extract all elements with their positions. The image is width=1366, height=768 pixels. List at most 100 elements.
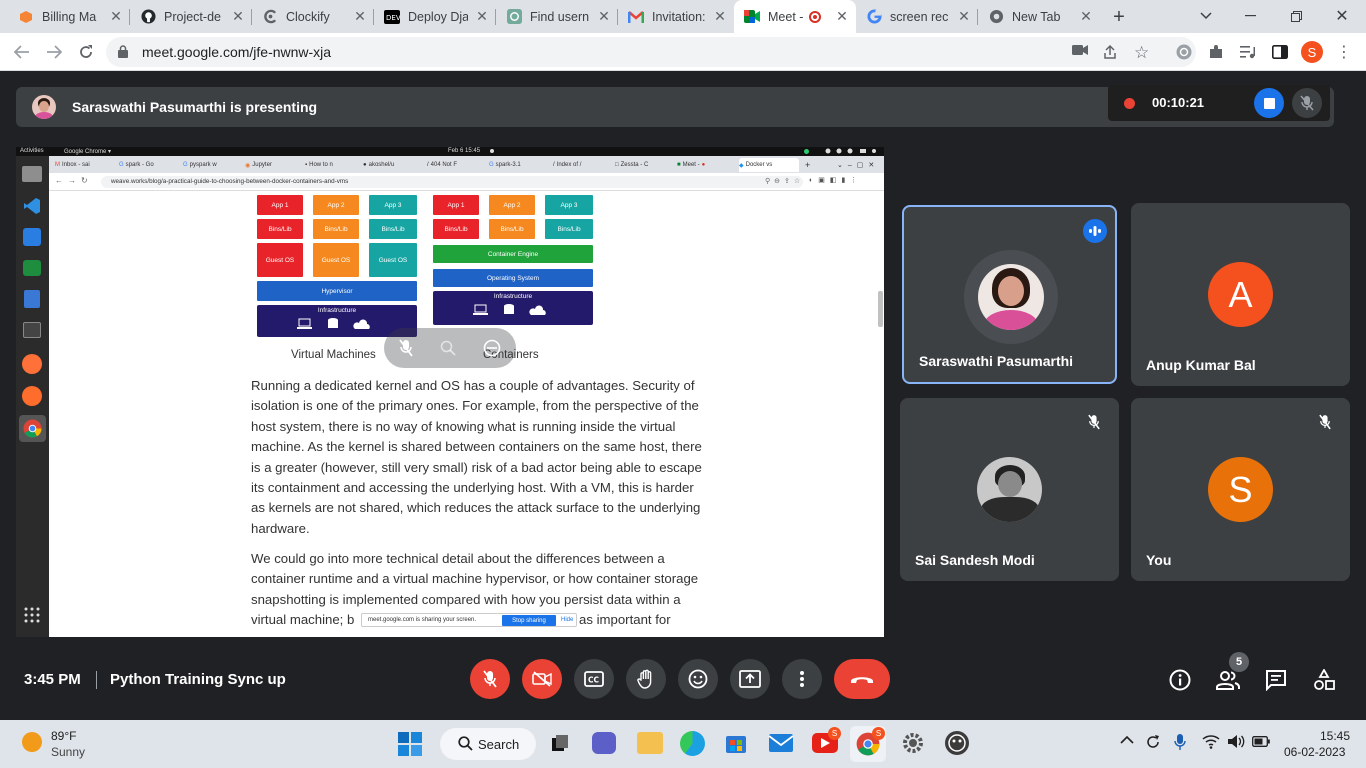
close-icon[interactable]: ✕ [1078,8,1094,25]
sun-weather-icon[interactable] [22,732,42,752]
chat-app-icon[interactable] [23,260,41,276]
show-apps-grid-icon[interactable] [24,607,40,623]
file-explorer-icon[interactable] [637,732,663,754]
meeting-details-button[interactable] [1168,668,1192,692]
inner-nav-icons[interactable]: ←→↻ [55,176,93,185]
reload-icon[interactable] [76,42,96,62]
weather-temperature[interactable]: 89°F [51,729,76,743]
inner-tab[interactable]: ■ Meet - ● [677,158,733,172]
close-icon[interactable]: ✕ [596,8,612,25]
close-icon[interactable]: ✕ [108,8,124,25]
inner-tab[interactable]: Gspark-3.1 [489,158,545,172]
inner-tab[interactable]: □ Zessta - C [615,158,671,172]
close-icon[interactable]: ✕ [230,8,246,25]
recording-mic-off-button[interactable] [1292,88,1322,118]
postman-app-icon[interactable] [22,386,42,406]
bookmark-star-icon[interactable]: ☆ [1134,43,1149,63]
close-icon[interactable]: ✕ [352,8,368,25]
microsoft-store-icon[interactable] [725,732,747,754]
more-options-button[interactable] [782,659,822,699]
volume-icon[interactable] [1227,734,1245,749]
browser-tab-project[interactable]: Project-de ✕ [130,0,252,33]
wifi-icon[interactable] [1202,734,1220,749]
camera-in-use-icon[interactable] [1072,44,1088,56]
stop-sharing-button[interactable]: Stop sharing [502,615,556,626]
browser-tab-billing[interactable]: Billing Ma ✕ [8,0,130,33]
edge-browser-icon[interactable] [680,731,705,756]
inner-window-controls[interactable]: ⌄–▢✕ [837,158,883,172]
settings-gear-icon[interactable] [902,732,924,754]
extensions-puzzle-icon[interactable] [1206,42,1226,62]
taskbar-clock-date[interactable]: 06-02-2023 [1284,745,1345,759]
restore-icon[interactable] [1286,6,1306,26]
inner-tab[interactable]: ◉ Jupyter [245,158,301,172]
media-queue-icon[interactable] [1238,42,1258,62]
inner-tab[interactable]: ● akoshel/u [363,158,421,172]
text-editor-app-icon[interactable] [23,228,41,246]
mic-toggle-button[interactable] [470,659,510,699]
leave-call-button[interactable] [834,659,890,699]
close-icon[interactable]: ✕ [474,8,490,25]
back-arrow-icon[interactable] [12,42,32,62]
page-scrollbar-thumb[interactable] [878,291,883,327]
browser-tab-meet[interactable]: Meet - ✕ [734,0,856,33]
inner-new-tab-icon[interactable]: + [805,158,815,172]
browser-tab-invitation[interactable]: Invitation: ✕ [618,0,734,33]
chrome-menu-kebab-icon[interactable]: ⋮ [1334,42,1354,62]
taskbar-search-box[interactable]: Search [440,728,536,760]
taskbar-clock-time[interactable]: 15:45 [1320,729,1350,743]
inner-tab[interactable]: M Inbox - sai [55,158,111,172]
activities-button[interactable] [1312,668,1336,692]
inner-tab[interactable]: Gpyspark w [183,158,239,172]
windows-start-icon[interactable] [398,732,422,756]
camera-toggle-button[interactable] [522,659,562,699]
files-app-icon[interactable] [22,166,42,182]
browser-tab-screen-rec[interactable]: screen rec ✕ [856,0,978,33]
participant-tile-you[interactable]: S You [1131,398,1350,581]
participant-tile-anup[interactable]: A Anup Kumar Bal [1131,203,1350,386]
captions-button[interactable]: CC [574,659,614,699]
reactions-button[interactable] [678,659,718,699]
close-icon[interactable]: ✕ [956,8,972,25]
weather-description[interactable]: Sunny [51,745,85,759]
grammarly-extension-icon[interactable] [1174,42,1194,62]
browser-tab-clockify[interactable]: Clockify ✕ [252,0,374,33]
browser-tab-find[interactable]: Find usern ✕ [496,0,618,33]
close-icon[interactable]: ✕ [834,8,850,25]
firefox-app-icon[interactable] [22,354,42,374]
inner-tab-active[interactable]: ◆ Docker vs [739,158,799,172]
share-icon[interactable] [1102,44,1118,60]
new-tab-plus-icon[interactable]: + [1108,6,1130,28]
minimize-icon[interactable] [1240,6,1260,26]
browser-tab-deploy[interactable]: DEV Deploy Dja ✕ [374,0,496,33]
close-window-icon[interactable]: ✕ [1332,6,1352,26]
shared-screen[interactable]: Activities Google Chrome ▾ Feb 6 15:45 M… [16,147,884,637]
sync-icon[interactable] [1144,733,1162,751]
inner-extension-icons[interactable]: ◐▣◧▮⋮ [809,176,862,184]
terminal-app-icon[interactable] [23,322,41,338]
address-bar[interactable]: meet.google.com/jfe-nwnw-xja ☆ [106,37,1196,67]
inner-tab[interactable]: / Index of / [553,158,609,172]
task-view-icon[interactable] [550,733,570,753]
profile-avatar[interactable]: S [1301,41,1323,63]
chrome-dock-active[interactable] [19,415,46,442]
forward-arrow-icon[interactable] [44,42,64,62]
present-screen-button[interactable] [730,659,770,699]
stop-recording-button[interactable] [1254,88,1284,118]
battery-icon[interactable] [1252,736,1270,747]
raise-hand-button[interactable] [626,659,666,699]
side-panel-icon[interactable] [1270,42,1290,62]
participant-tile-saraswathi[interactable]: Saraswathi Pasumarthi [902,205,1117,384]
teams-chat-icon[interactable] [592,732,616,754]
inner-tab[interactable]: ▪ How to n [305,158,361,172]
mail-icon[interactable] [768,733,794,753]
close-icon[interactable]: ✕ [712,8,728,25]
participant-tile-sai[interactable]: Sai Sandesh Modi [900,398,1119,581]
chat-button[interactable] [1264,668,1288,692]
mic-off-icon[interactable] [396,338,416,358]
zoom-icon[interactable] [438,338,458,358]
vscode-app-icon[interactable] [22,196,42,216]
hide-sharing-bar-link[interactable]: Hide [561,617,573,623]
app-icon[interactable] [945,731,969,755]
inner-url-field[interactable]: weave.works/blog/a-practical-guide-to-ch… [101,176,803,188]
